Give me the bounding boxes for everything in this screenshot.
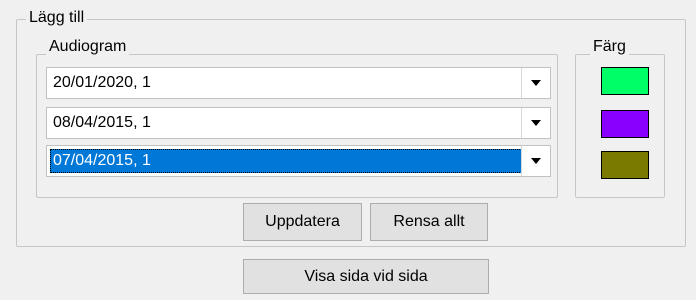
update-button[interactable]: Uppdatera	[243, 203, 362, 241]
audiogram-combobox-3[interactable]: 07/04/2015, 1	[46, 145, 551, 177]
color-swatch-1[interactable]	[601, 67, 649, 95]
audiogram-combobox-2-dropdown-button[interactable]	[521, 108, 550, 138]
audiogram-combobox-2[interactable]: 08/04/2015, 1	[46, 107, 551, 139]
audiogram-combobox-2-value: 08/04/2015, 1	[53, 114, 151, 131]
audiogram-combobox-3-dropdown-button[interactable]	[521, 146, 550, 176]
audiogram-groupbox-title: Audiogram	[46, 38, 130, 56]
color-swatch-2[interactable]	[601, 110, 649, 138]
chevron-down-icon	[531, 120, 541, 126]
audiogram-combobox-1-value: 20/01/2020, 1	[53, 74, 151, 91]
audiogram-combobox-1[interactable]: 20/01/2020, 1	[46, 67, 551, 99]
audiogram-combobox-1-dropdown-button[interactable]	[521, 68, 550, 98]
chevron-down-icon	[531, 80, 541, 86]
audiogram-combobox-3-value: 07/04/2015, 1	[50, 149, 522, 173]
color-swatch-3[interactable]	[601, 151, 649, 179]
color-groupbox-title: Färg	[590, 38, 629, 56]
show-side-by-side-button[interactable]: Visa sida vid sida	[243, 259, 489, 294]
chevron-down-icon	[531, 158, 541, 164]
clear-all-button[interactable]: Rensa allt	[370, 203, 488, 241]
add-groupbox-title: Lägg till	[26, 9, 88, 27]
